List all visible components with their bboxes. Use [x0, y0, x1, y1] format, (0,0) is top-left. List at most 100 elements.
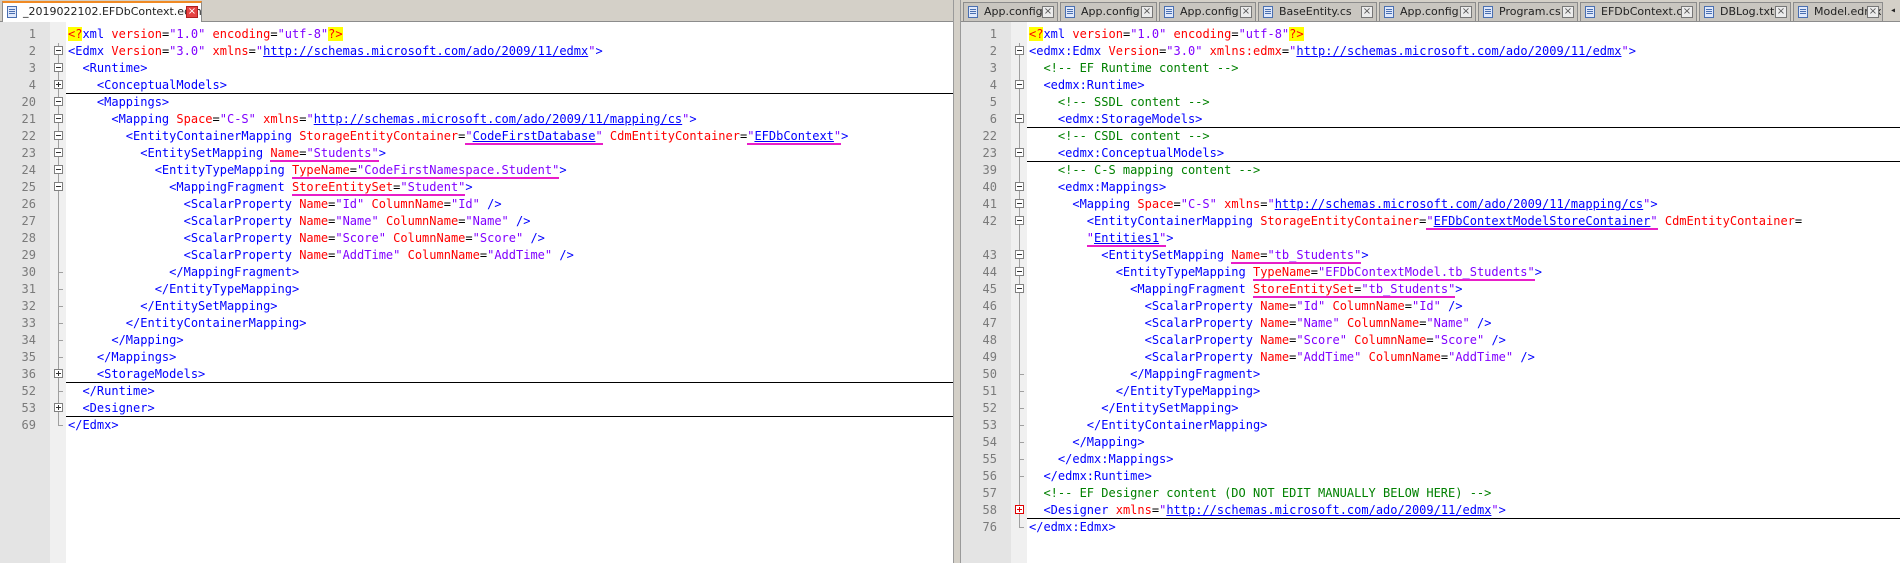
code-line[interactable]: 46 <ScalarProperty Name="Id" ColumnName=…: [961, 298, 1900, 315]
file-tab[interactable]: EFDbContext.cs ×: [1580, 2, 1697, 21]
code-line[interactable]: 4 <ConceptualModels>: [0, 77, 953, 94]
code-line[interactable]: 49 <ScalarProperty Name="AddTime" Column…: [961, 349, 1900, 366]
close-tab-icon[interactable]: ×: [186, 6, 198, 18]
code-line[interactable]: 31 </EntityTypeMapping>: [0, 281, 953, 298]
close-tab-icon[interactable]: ×: [1361, 6, 1373, 18]
code-line[interactable]: 39 <!-- C-S mapping content -->: [961, 162, 1900, 179]
code-line[interactable]: "Entities1">: [961, 230, 1900, 247]
code-line[interactable]: 47 <ScalarProperty Name="Name" ColumnNam…: [961, 315, 1900, 332]
code-line[interactable]: 22 <EntityContainerMapping StorageEntity…: [0, 128, 953, 145]
code-line[interactable]: 52 </EntitySetMapping>: [961, 400, 1900, 417]
close-tab-icon[interactable]: ×: [1042, 6, 1054, 18]
fold-collapse-icon[interactable]: [1015, 250, 1024, 259]
fold-collapse-icon[interactable]: [54, 148, 63, 157]
code-line[interactable]: 3 <Runtime>: [0, 60, 953, 77]
fold-collapse-icon[interactable]: [1015, 46, 1024, 55]
fold-collapse-icon[interactable]: [54, 182, 63, 191]
code-line[interactable]: 36 <StorageModels>: [0, 366, 953, 383]
code-line[interactable]: 48 <ScalarProperty Name="Score" ColumnNa…: [961, 332, 1900, 349]
code-line[interactable]: 50 </MappingFragment>: [961, 366, 1900, 383]
code-line[interactable]: 5 <!-- SSDL content -->: [961, 94, 1900, 111]
file-tab[interactable]: Program.cs ×: [1478, 2, 1578, 21]
code-line[interactable]: 27 <ScalarProperty Name="Name" ColumnNam…: [0, 213, 953, 230]
code-line[interactable]: 26 <ScalarProperty Name="Id" ColumnName=…: [0, 196, 953, 213]
code-line[interactable]: 57 <!-- EF Designer content (DO NOT EDIT…: [961, 485, 1900, 502]
file-tab[interactable]: BaseEntity.cs ×: [1258, 2, 1377, 21]
fold-collapse-icon[interactable]: [1015, 80, 1024, 89]
fold-collapse-icon[interactable]: [1015, 284, 1024, 293]
fold-collapse-icon[interactable]: [54, 165, 63, 174]
close-tab-icon[interactable]: ×: [1681, 6, 1693, 18]
close-tab-icon[interactable]: ×: [1460, 6, 1472, 18]
file-tab[interactable]: App.config ×: [963, 2, 1058, 21]
code-line[interactable]: 22 <!-- CSDL content -->: [961, 128, 1900, 145]
code-line[interactable]: 43 <EntitySetMapping Name="tb_Students">: [961, 247, 1900, 264]
fold-expand-icon[interactable]: [54, 403, 63, 412]
code-line[interactable]: 30 </MappingFragment>: [0, 264, 953, 281]
code-line[interactable]: 33 </EntityContainerMapping>: [0, 315, 953, 332]
code-line[interactable]: 20 <Mappings>: [0, 94, 953, 111]
code-line[interactable]: 1 <?xml version="1.0" encoding="utf-8"?>: [961, 26, 1900, 43]
code-line[interactable]: 35 </Mappings>: [0, 349, 953, 366]
file-tab[interactable]: Model.edmx ×: [1793, 2, 1883, 21]
code-line[interactable]: 58 <Designer xmlns="http://schemas.micro…: [961, 502, 1900, 519]
fold-expand-icon[interactable]: [1015, 505, 1024, 514]
close-tab-icon[interactable]: ×: [1562, 6, 1574, 18]
code-line[interactable]: 6 <edmx:StorageModels>: [961, 111, 1900, 128]
code-line[interactable]: 24 <EntityTypeMapping TypeName="CodeFirs…: [0, 162, 953, 179]
code-line[interactable]: 3 <!-- EF Runtime content -->: [961, 60, 1900, 77]
code-line[interactable]: 45 <MappingFragment StoreEntitySet="tb_S…: [961, 281, 1900, 298]
close-tab-icon[interactable]: ×: [1775, 6, 1787, 18]
code-line[interactable]: 29 <ScalarProperty Name="AddTime" Column…: [0, 247, 953, 264]
fold-collapse-icon[interactable]: [1015, 267, 1024, 276]
fold-collapse-icon[interactable]: [54, 97, 63, 106]
code-line[interactable]: 23 <edmx:ConceptualModels>: [961, 145, 1900, 162]
code-line[interactable]: 21 <Mapping Space="C-S" xmlns="http://sc…: [0, 111, 953, 128]
right-code-editor[interactable]: 1 <?xml version="1.0" encoding="utf-8"?> 2…: [961, 22, 1900, 563]
code-line[interactable]: 4 <edmx:Runtime>: [961, 77, 1900, 94]
code-line[interactable]: 76 </edmx:Edmx>: [961, 519, 1900, 536]
code-line[interactable]: 56 </edmx:Runtime>: [961, 468, 1900, 485]
code-line[interactable]: 69 </Edmx>: [0, 417, 953, 434]
fold-collapse-icon[interactable]: [1015, 199, 1024, 208]
code-line[interactable]: 53 <Designer>: [0, 400, 953, 417]
file-tab[interactable]: App.config ×: [1159, 2, 1256, 21]
file-tab[interactable]: App.config ×: [1060, 2, 1157, 21]
split-divider[interactable]: [953, 0, 961, 563]
fold-collapse-icon[interactable]: [54, 63, 63, 72]
file-tab[interactable]: App.config ×: [1379, 2, 1476, 21]
code-line[interactable]: 54 </Mapping>: [961, 434, 1900, 451]
fold-collapse-icon[interactable]: [54, 131, 63, 140]
code-line[interactable]: 1 <?xml version="1.0" encoding="utf-8"?>: [0, 26, 953, 43]
fold-collapse-icon[interactable]: [1015, 114, 1024, 123]
code-line[interactable]: 23 <EntitySetMapping Name="Students">: [0, 145, 953, 162]
code-line[interactable]: 40 <edmx:Mappings>: [961, 179, 1900, 196]
file-tab[interactable]: _2019022102.EFDbContext.edmx ×: [2, 1, 202, 22]
code-line[interactable]: 52 </Runtime>: [0, 383, 953, 400]
fold-collapse-icon[interactable]: [54, 114, 63, 123]
code-line[interactable]: 55 </edmx:Mappings>: [961, 451, 1900, 468]
fold-collapse-icon[interactable]: [1015, 148, 1024, 157]
code-line[interactable]: 41 <Mapping Space="C-S" xmlns="http://sc…: [961, 196, 1900, 213]
close-tab-icon[interactable]: ×: [1240, 6, 1252, 18]
code-line[interactable]: 2 <edmx:Edmx Version="3.0" xmlns:edmx="ht…: [961, 43, 1900, 60]
code-line[interactable]: 34 </Mapping>: [0, 332, 953, 349]
code-line[interactable]: 32 </EntitySetMapping>: [0, 298, 953, 315]
code-line[interactable]: 44 <EntityTypeMapping TypeName="EFDbCont…: [961, 264, 1900, 281]
close-tab-icon[interactable]: ×: [1141, 6, 1153, 18]
close-tab-icon[interactable]: ×: [1867, 6, 1879, 18]
code-line[interactable]: 2 <Edmx Version="3.0" xmlns="http://schem…: [0, 43, 953, 60]
left-code-editor[interactable]: 1 <?xml version="1.0" encoding="utf-8"?> 2…: [0, 22, 953, 563]
fold-collapse-icon[interactable]: [1015, 216, 1024, 225]
fold-expand-icon[interactable]: [54, 80, 63, 89]
code-line[interactable]: 28 <ScalarProperty Name="Score" ColumnNa…: [0, 230, 953, 247]
tab-scroll-left-icon[interactable]: ◂: [1888, 4, 1898, 18]
code-line[interactable]: 51 </EntityTypeMapping>: [961, 383, 1900, 400]
file-tab[interactable]: DBLog.txt ×: [1699, 2, 1791, 21]
code-line[interactable]: 53 </EntityContainerMapping>: [961, 417, 1900, 434]
fold-collapse-icon[interactable]: [54, 46, 63, 55]
fold-expand-icon[interactable]: [54, 369, 63, 378]
code-line[interactable]: 42 <EntityContainerMapping StorageEntity…: [961, 213, 1900, 230]
code-line[interactable]: 25 <MappingFragment StoreEntitySet="Stud…: [0, 179, 953, 196]
fold-collapse-icon[interactable]: [1015, 182, 1024, 191]
